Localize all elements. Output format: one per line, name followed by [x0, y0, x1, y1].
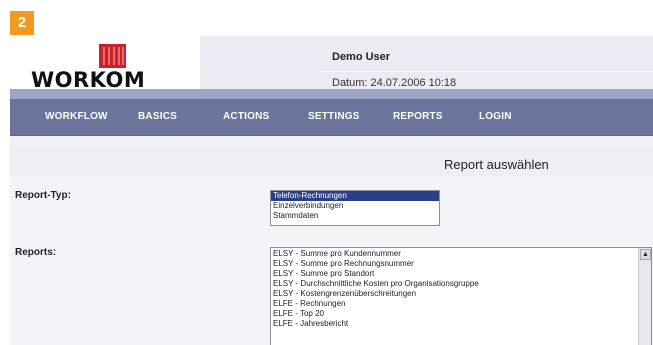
report-type-option[interactable]: Einzelverbindungen — [271, 201, 439, 211]
report-option[interactable]: ELSY - Summe pro Standort — [271, 269, 651, 279]
nav-reports[interactable]: REPORTS — [393, 111, 443, 122]
date-time: Datum: 24.07.2006 10:18 — [332, 77, 457, 89]
report-option[interactable]: ELSY - Kostengrenzenüberschreitungen — [271, 289, 651, 299]
page-title: Report auswählen — [444, 157, 549, 172]
report-option[interactable]: ELFE - Jahresbericht — [271, 319, 651, 329]
report-option[interactable]: ELFE - Rechnungen — [271, 299, 651, 309]
reports-listbox[interactable]: ELSY - Summe pro Kundennummer ELSY - Sum… — [270, 247, 652, 345]
report-type-option[interactable]: Stammdaten — [271, 211, 439, 221]
nav-actions[interactable]: ACTIONS — [223, 111, 269, 122]
report-form: Report-Typ: Telefon-Rechnungen Einzelver… — [10, 176, 653, 345]
scroll-up-arrow-icon[interactable]: ▲ — [640, 249, 651, 260]
logo-text: WORKOM — [31, 68, 146, 92]
nav-login[interactable]: LOGIN — [479, 111, 512, 122]
report-option[interactable]: ELSY - Summe pro Rechnungsnummer — [271, 259, 651, 269]
report-option[interactable]: ELSY - Durchschnittliche Kosten pro Orga… — [271, 279, 651, 289]
report-type-label: Report-Typ: — [15, 190, 71, 201]
report-type-option[interactable]: Telefon-Rechnungen — [271, 191, 439, 201]
report-option[interactable]: ELSY - Summe pro Kundennummer — [271, 249, 651, 259]
nav-workflow[interactable]: WORKFLOW — [45, 111, 108, 122]
nav-basics[interactable]: BASICS — [138, 111, 177, 122]
app-window: WORKOM Demo User Datum: 24.07.2006 10:18… — [10, 36, 653, 345]
header-divider — [320, 71, 653, 72]
reports-scrollbar[interactable]: ▲ — [638, 248, 651, 345]
report-option[interactable]: ELFE - Top 20 — [271, 309, 651, 319]
main-nav: WORKFLOW BASICS ACTIONS SETTINGS REPORTS… — [10, 99, 653, 136]
nav-top-strip — [10, 89, 653, 99]
user-info-panel: Demo User Datum: 24.07.2006 10:18 — [200, 36, 653, 89]
workom-logo-icon — [99, 44, 126, 68]
step-badge: 2 — [10, 11, 34, 35]
user-name: Demo User — [332, 51, 391, 63]
nav-settings[interactable]: SETTINGS — [308, 111, 360, 122]
report-type-listbox[interactable]: Telefon-Rechnungen Einzelverbindungen St… — [270, 190, 440, 226]
header: WORKOM Demo User Datum: 24.07.2006 10:18 — [10, 36, 653, 92]
logo: WORKOM — [10, 36, 200, 92]
reports-label: Reports: — [15, 247, 57, 258]
